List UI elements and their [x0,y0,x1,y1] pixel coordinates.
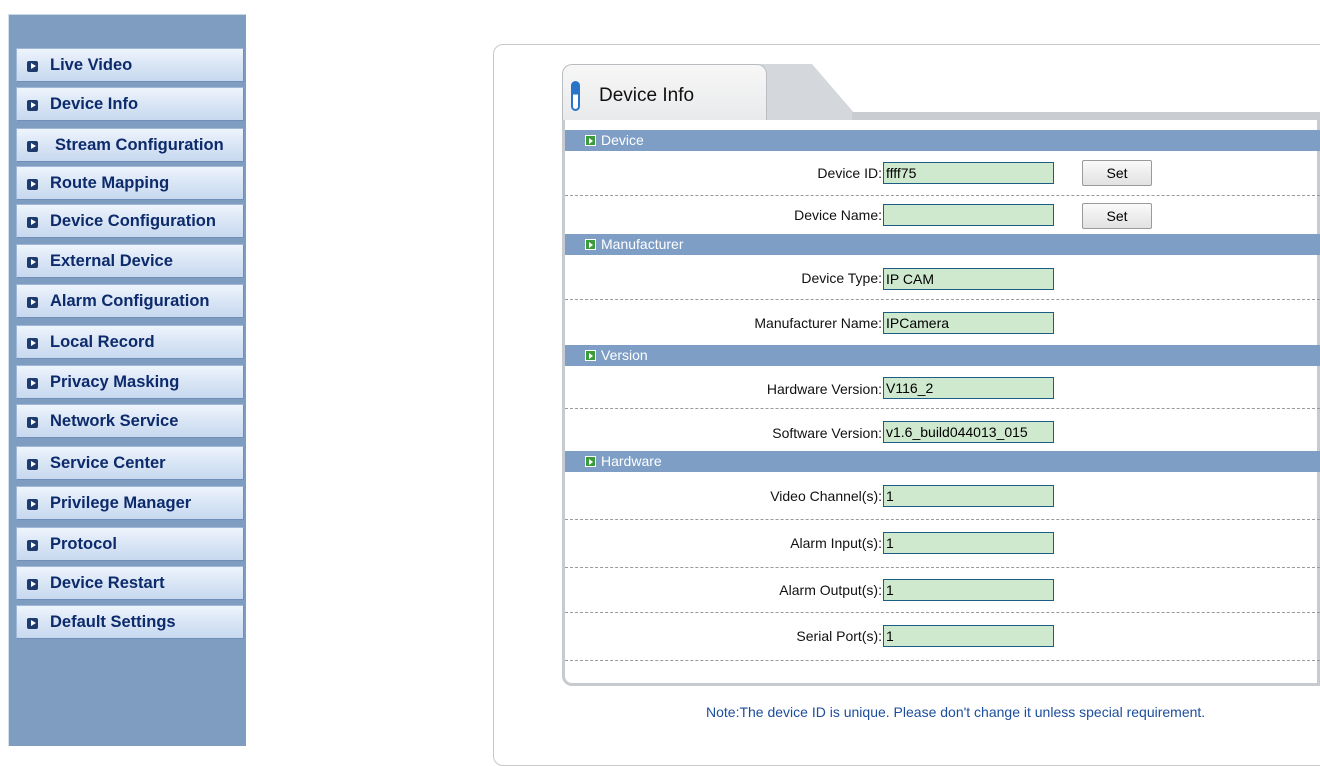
sidebar-item-label: Local Record [50,333,155,351]
section-title: Device [601,132,644,148]
sidebar-item-service-center[interactable]: Service Center [16,446,244,480]
row-divider [565,612,1320,613]
sidebar-item-label: Live Video [50,56,133,74]
arrow-bullet-icon [27,618,38,629]
arrow-bullet-icon [585,456,596,467]
arrow-bullet-icon [27,499,38,510]
software-version-field[interactable] [883,421,1054,443]
sidebar: Live Video Device Info Stream Configurat… [8,14,246,746]
hardware-version-label: Hardware Version: [766,381,882,397]
manufacturer-name-label: Manufacturer Name: [754,315,882,331]
section-header-device: Device [565,130,1320,151]
sidebar-item-local-record[interactable]: Local Record [16,325,244,359]
arrow-bullet-icon [27,217,38,228]
sidebar-item-label: Privilege Manager [50,494,192,512]
hardware-version-field[interactable] [883,377,1054,399]
sidebar-item-stream-configuration[interactable]: Stream Configuration [16,128,244,162]
device-type-label: Device Type: [801,270,882,286]
arrow-bullet-icon [27,257,38,268]
tab-indicator-icon [571,81,580,111]
arrow-bullet-icon [27,338,38,349]
device-name-label: Device Name: [794,207,882,223]
sidebar-item-label: Default Settings [50,613,176,631]
serial-ports-field[interactable] [883,625,1054,647]
section-header-version: Version [565,345,1320,366]
sidebar-item-label: Protocol [50,535,117,553]
sidebar-item-external-device[interactable]: External Device [16,244,244,278]
arrow-bullet-icon [27,540,38,551]
sidebar-item-label: Privacy Masking [50,373,180,391]
serial-ports-label: Serial Port(s): [796,628,882,644]
arrow-bullet-icon [585,135,596,146]
section-title: Version [601,347,648,363]
row-divider [565,567,1320,568]
sidebar-item-label: Stream Configuration [55,136,224,154]
sidebar-item-route-mapping[interactable]: Route Mapping [16,166,244,200]
tab-label: Device Info [599,85,695,106]
section-header-manufacturer: Manufacturer [565,234,1320,255]
row-divider [565,519,1320,520]
section-title: Hardware [601,453,662,469]
tab-device-info[interactable]: Device Info [562,64,767,122]
alarm-inputs-field[interactable] [883,532,1054,554]
sidebar-item-label: Route Mapping [50,174,170,192]
arrow-bullet-icon [27,378,38,389]
set-device-id-button[interactable]: Set [1082,160,1152,186]
sidebar-item-alarm-configuration[interactable]: Alarm Configuration [16,284,244,318]
section-title: Manufacturer [601,236,684,252]
sidebar-item-live-video[interactable]: Live Video [16,48,244,82]
sidebar-item-default-settings[interactable]: Default Settings [16,605,244,639]
manufacturer-name-field[interactable] [883,312,1054,334]
section-header-hardware: Hardware [565,451,1320,472]
arrow-bullet-icon [27,61,38,72]
sidebar-item-label: Service Center [50,454,166,472]
row-divider [565,408,1320,409]
sidebar-item-privilege-manager[interactable]: Privilege Manager [16,486,244,520]
arrow-bullet-icon [27,100,38,111]
sidebar-item-protocol[interactable]: Protocol [16,527,244,561]
set-device-name-button[interactable]: Set [1082,203,1152,229]
sidebar-item-network-service[interactable]: Network Service [16,404,244,438]
device-id-field[interactable] [883,162,1054,184]
sidebar-item-label: Network Service [50,412,179,430]
sidebar-item-privacy-masking[interactable]: Privacy Masking [16,365,244,399]
arrow-bullet-icon [27,179,38,190]
alarm-inputs-label: Alarm Input(s): [790,535,882,551]
tab-bar: Device Info [562,64,1320,122]
alarm-outputs-label: Alarm Output(s): [779,582,882,598]
software-version-label: Software Version: [772,425,882,441]
arrow-bullet-icon [27,141,38,152]
arrow-bullet-icon [27,297,38,308]
arrow-bullet-icon [585,239,596,250]
device-id-note: Note:The device ID is unique. Please don… [706,704,1206,720]
sidebar-item-label: Device Configuration [50,212,216,230]
sidebar-item-device-configuration[interactable]: Device Configuration [16,204,244,238]
device-id-label: Device ID: [817,165,882,181]
row-divider [565,660,1320,661]
sidebar-item-label: Alarm Configuration [50,292,210,310]
row-divider [565,195,1320,196]
device-name-field[interactable] [883,204,1054,226]
sidebar-item-label: Device Info [50,95,139,113]
row-divider [565,299,1320,300]
arrow-bullet-icon [27,417,38,428]
device-type-field[interactable] [883,268,1054,290]
video-channels-field[interactable] [883,485,1054,507]
sidebar-item-label: Device Restart [50,574,165,592]
arrow-bullet-icon [27,459,38,470]
arrow-bullet-icon [27,579,38,590]
arrow-bullet-icon [585,350,596,361]
sidebar-item-device-info[interactable]: Device Info [16,87,244,121]
video-channels-label: Video Channel(s): [770,488,882,504]
sidebar-item-label: External Device [50,252,173,270]
sidebar-item-device-restart[interactable]: Device Restart [16,566,244,600]
alarm-outputs-field[interactable] [883,579,1054,601]
